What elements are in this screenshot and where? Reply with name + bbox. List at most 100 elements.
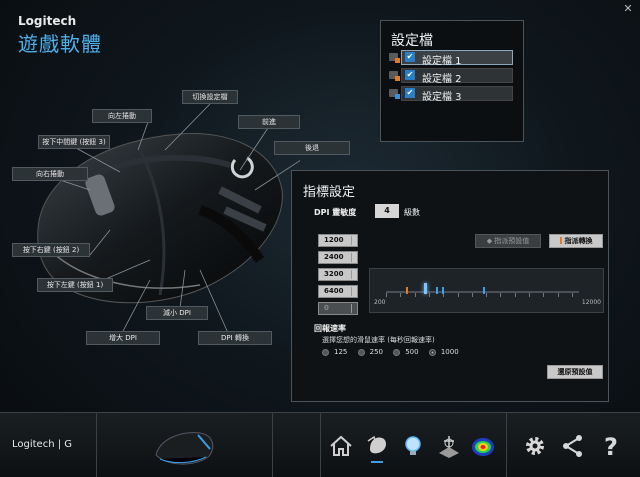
- bottom-bar: Logitech | G ?: [0, 412, 640, 477]
- report-rate-options: 125 250 500 1000: [322, 348, 467, 358]
- slider-max-label: 12000: [581, 299, 601, 306]
- radio-icon[interactable]: [322, 348, 329, 356]
- divider: [320, 413, 321, 477]
- dpi-value: 3200: [324, 270, 344, 278]
- profile-box[interactable]: ✔ 設定檔 1: [401, 50, 513, 67]
- surface-tuning-icon[interactable]: [436, 433, 462, 459]
- dpi-marker-3200[interactable]: [442, 287, 444, 294]
- checkbox-icon[interactable]: ✔: [405, 70, 415, 80]
- radio-label: 500: [405, 348, 419, 356]
- restore-default-button[interactable]: 還原預設值: [547, 365, 603, 379]
- dpi-levels-unit: 級數: [404, 208, 420, 217]
- spinner-icon[interactable]: [351, 287, 356, 296]
- dpi-value: 6400: [324, 287, 344, 295]
- dpi-value-field-3[interactable]: 3200: [318, 268, 358, 281]
- dpi-value-field-2[interactable]: 2400: [318, 251, 358, 264]
- slider-tick: [500, 293, 502, 297]
- gear-icon[interactable]: [522, 433, 548, 459]
- slider-tick: [557, 293, 559, 297]
- profile-item-1[interactable]: ✔ 設定檔 1: [387, 50, 513, 67]
- report-rate-1000[interactable]: 1000: [428, 348, 459, 356]
- profile-item-2[interactable]: ✔ 設定檔 2: [387, 68, 513, 85]
- dpi-marker-1200[interactable]: [424, 283, 427, 294]
- radio-icon[interactable]: [393, 348, 401, 356]
- slider-tick: [571, 293, 573, 297]
- checkbox-icon[interactable]: ✔: [405, 88, 415, 98]
- pointer-settings-icon[interactable]: [364, 431, 390, 457]
- dpi-value: 1200: [324, 236, 344, 244]
- spinner-icon[interactable]: [351, 253, 356, 262]
- assign-shift-button[interactable]: 指派轉換: [549, 234, 603, 248]
- callout-left-click[interactable]: 按下左鍵 (按鈕 1): [37, 278, 113, 292]
- profile-panel-title: 設定檔: [391, 33, 433, 49]
- callout-scroll-right[interactable]: 向左捲動: [92, 109, 152, 123]
- callout-scroll-left[interactable]: 向右捲動: [12, 167, 88, 181]
- slider-tick: [414, 293, 416, 297]
- report-rate-title: 回報速率: [314, 324, 346, 333]
- divider: [96, 413, 97, 477]
- slider-tick: [386, 293, 387, 297]
- dpi-slider[interactable]: 200 12000: [369, 268, 604, 313]
- assign-default-button[interactable]: ◆ 指派預設值: [475, 234, 541, 248]
- profile-label: 設定檔 1: [422, 56, 462, 67]
- profile-badge-icon: [389, 53, 400, 63]
- active-tab-indicator: [371, 461, 383, 463]
- spinner-icon[interactable]: [351, 270, 356, 279]
- dpi-value-field-5[interactable]: 0: [318, 302, 358, 315]
- slider-tick: [486, 293, 488, 297]
- profile-box[interactable]: ✔ 設定檔 2: [401, 68, 513, 85]
- slider-tick: [400, 293, 402, 297]
- profile-panel: 設定檔 ✔ 設定檔 1 ✔ 設定檔 2 ✔ 設定檔 3: [380, 20, 524, 142]
- home-icon[interactable]: [328, 433, 354, 459]
- pointer-settings-panel: 指標設定 DPI 靈敏度 4 級數 1200 2400 3200 6400 0 …: [291, 170, 609, 402]
- dpi-value-field-4[interactable]: 6400: [318, 285, 358, 298]
- divider: [272, 413, 273, 477]
- callout-back[interactable]: 後退: [274, 141, 350, 155]
- help-icon[interactable]: ?: [598, 433, 624, 459]
- callout-right-click[interactable]: 按下右鍵 (按鈕 2): [12, 243, 90, 257]
- shift-marker-icon: [559, 237, 562, 244]
- callout-dpi-shift[interactable]: DPI 轉換: [198, 331, 272, 345]
- svg-text:?: ?: [604, 433, 618, 459]
- dpi-sensitivity-label: DPI 靈敏度: [314, 208, 357, 217]
- callout-dpi-up[interactable]: 增大 DPI: [86, 331, 160, 345]
- profile-badge-icon: [389, 71, 400, 81]
- profile-label: 設定檔 2: [422, 74, 462, 85]
- dpi-levels-input[interactable]: 4: [375, 204, 399, 218]
- radio-label: 250: [369, 348, 383, 356]
- callout-profile-switch[interactable]: 切換設定檔: [182, 90, 238, 104]
- dpi-marker-6400[interactable]: [483, 287, 485, 294]
- report-rate-subtitle: 選擇您想的滑鼠速率 (每秒回報速率): [322, 336, 435, 344]
- radio-icon[interactable]: [428, 348, 436, 356]
- radio-icon[interactable]: [357, 348, 365, 356]
- callout-dpi-down[interactable]: 減小 DPI: [146, 306, 208, 320]
- callout-middle-click[interactable]: 按下中間鍵 (按鈕 3): [38, 135, 110, 149]
- dpi-value: 0: [324, 304, 329, 312]
- report-rate-250[interactable]: 250: [357, 348, 383, 356]
- share-icon[interactable]: [560, 433, 586, 459]
- profile-box[interactable]: ✔ 設定檔 3: [401, 86, 513, 103]
- profile-item-3[interactable]: ✔ 設定檔 3: [387, 86, 513, 103]
- spinner-icon[interactable]: [351, 304, 356, 313]
- dpi-marker-2400[interactable]: [436, 287, 438, 294]
- report-rate-125[interactable]: 125: [322, 348, 347, 356]
- profile-badge-icon: [389, 89, 400, 99]
- lighting-icon[interactable]: [400, 433, 426, 459]
- heatmap-icon[interactable]: [470, 433, 496, 459]
- slider-tick: [529, 293, 530, 297]
- radio-label: 1000: [440, 348, 459, 356]
- callout-forward[interactable]: 前進: [238, 115, 300, 129]
- spinner-icon[interactable]: [351, 236, 356, 245]
- report-rate-500[interactable]: 500: [393, 348, 419, 356]
- footer-logo-text: Logitech | G: [12, 439, 73, 450]
- pointer-settings-title: 指標設定: [303, 185, 356, 200]
- slider-min-label: 200: [374, 299, 386, 306]
- dpi-value-field-1[interactable]: 1200: [318, 234, 358, 247]
- divider: [506, 413, 507, 477]
- radio-label: 125: [334, 348, 348, 356]
- close-icon[interactable]: ✕: [622, 3, 634, 15]
- checkbox-icon[interactable]: ✔: [405, 52, 415, 62]
- slider-tick: [457, 293, 459, 297]
- dpi-shift-marker[interactable]: [406, 287, 408, 294]
- device-mouse-icon[interactable]: [150, 425, 220, 469]
